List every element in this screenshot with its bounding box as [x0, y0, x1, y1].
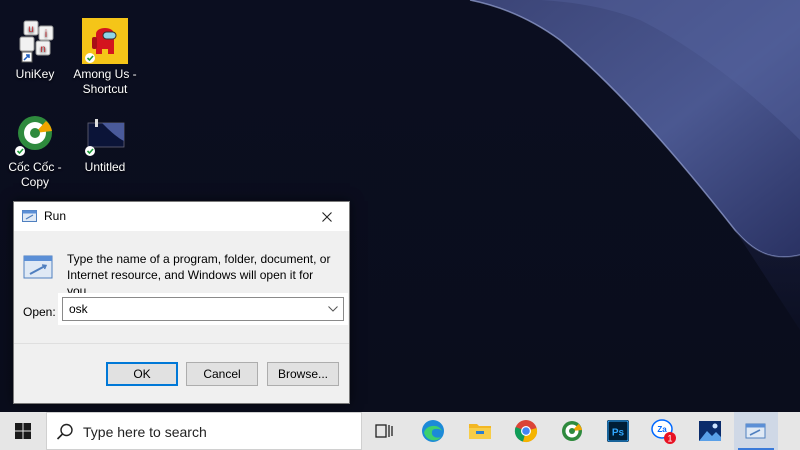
browse-button[interactable]: Browse...	[267, 362, 339, 386]
run-large-icon	[23, 255, 53, 279]
file-explorer-icon	[469, 424, 491, 439]
zalo-icon: Za 1	[651, 419, 676, 444]
task-view-button[interactable]	[363, 412, 407, 450]
notification-badge: 1	[667, 434, 672, 444]
search-placeholder: Type here to search	[83, 424, 207, 440]
run-icon	[745, 423, 766, 439]
edge-icon	[422, 420, 444, 442]
run-dialog: Run Type the name of a program, folder, …	[13, 201, 350, 404]
svg-text:n: n	[40, 44, 46, 55]
taskbar-photoshop[interactable]: Ps	[596, 412, 640, 450]
start-button[interactable]	[0, 412, 46, 450]
run-titlebar[interactable]: Run	[14, 202, 349, 231]
taskbar-search-box[interactable]: Type here to search	[46, 412, 362, 450]
desktop-icon-untitled[interactable]: Untitled	[70, 111, 140, 175]
close-button[interactable]	[305, 202, 349, 231]
run-title: Run	[44, 209, 67, 223]
ok-button[interactable]: OK	[106, 362, 178, 386]
windows-icon	[15, 423, 31, 439]
run-footer: OK Cancel Browse...	[14, 343, 349, 403]
photoshop-icon: Ps	[607, 420, 629, 442]
zalo-label: Za	[657, 425, 667, 434]
taskbar-edge[interactable]	[411, 412, 455, 450]
taskbar-chrome[interactable]	[504, 412, 548, 450]
chrome-icon	[514, 420, 538, 443]
unikey-icon: u i n	[12, 18, 58, 64]
search-icon	[56, 423, 73, 440]
task-view-icon	[375, 424, 393, 438]
desktop-icon-label: Among Us - Shortcut	[73, 67, 137, 96]
taskbar-zalo[interactable]: Za 1	[642, 412, 686, 450]
desktop-icon-label: Cốc Cốc - Copy	[8, 160, 62, 189]
desktop-icon-among-us[interactable]: Among Us - Shortcut	[70, 18, 140, 97]
image-file-icon	[82, 111, 128, 157]
photoshop-label: Ps	[612, 428, 625, 439]
taskbar-run[interactable]	[734, 412, 778, 450]
desktop-icon-unikey[interactable]: u i n UniKey	[0, 18, 70, 82]
svg-text:u: u	[28, 24, 34, 35]
close-icon	[322, 211, 332, 222]
open-input[interactable]	[63, 298, 319, 320]
chevron-down-icon[interactable]	[328, 306, 338, 312]
desktop-icon-label: UniKey	[15, 67, 55, 81]
taskbar-coccoc[interactable]	[550, 412, 594, 450]
among-us-icon	[82, 18, 128, 64]
desktop-icon-coccoc[interactable]: Cốc Cốc - Copy	[0, 111, 70, 190]
cancel-button[interactable]: Cancel	[186, 362, 258, 386]
run-body: Type the name of a program, folder, docu…	[14, 231, 349, 343]
run-icon	[22, 210, 37, 222]
coccoc-icon	[562, 421, 582, 441]
taskbar: Type here to search Ps Za 1	[0, 412, 800, 450]
taskbar-photos[interactable]	[688, 412, 732, 450]
desktop-icon-label: Untitled	[84, 160, 126, 174]
svg-text:i: i	[45, 29, 47, 40]
photos-icon	[699, 421, 721, 441]
taskbar-file-explorer[interactable]	[458, 412, 502, 450]
coccoc-icon	[12, 111, 58, 157]
run-description: Type the name of a program, folder, docu…	[67, 252, 331, 298]
open-label: Open:	[23, 305, 56, 319]
open-combobox[interactable]	[58, 293, 348, 325]
